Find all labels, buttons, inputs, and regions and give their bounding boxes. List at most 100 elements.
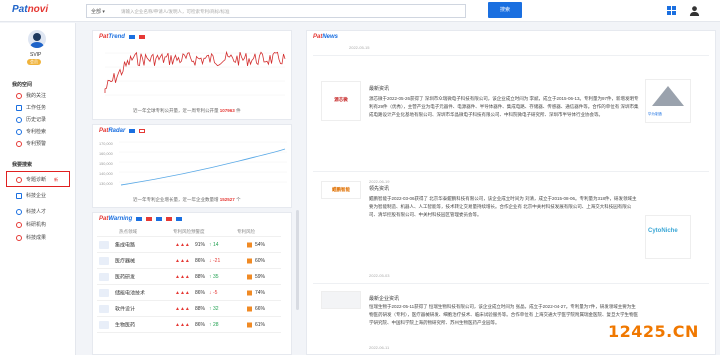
sidebar-item-label: 历史记录 — [26, 117, 47, 123]
warning-pct: 86% — [195, 257, 206, 264]
sidebar-item-label: 工作任务 — [26, 105, 47, 111]
caption-text: 近一年全球专利公开量，近一周专利公开量 — [133, 108, 219, 113]
lock-icon — [247, 290, 252, 295]
search-type-select[interactable]: 全部 ▾ — [91, 8, 105, 15]
table-row[interactable]: 生物医药 ▲▲▲ 86% ↑ 28 61% — [97, 317, 281, 333]
lock-icon — [247, 242, 252, 247]
news-text: 源芯微于2022-05-26获得了 深圳市众瑞微电子科技有限公司，该企业成立时间… — [369, 96, 639, 117]
avatar[interactable] — [28, 30, 46, 48]
trend-line — [104, 50, 286, 93]
flag-icon[interactable] — [136, 217, 143, 221]
flag-icon[interactable] — [129, 129, 136, 133]
field-name: 医药研发 — [115, 274, 136, 280]
caption-value: 152527 — [219, 197, 235, 202]
task-icon — [16, 104, 22, 111]
news-text: 恒瑞生物于2022-05-11获得了 恒瑞生物科技有限公司，该企业成立时间为 张… — [369, 304, 638, 325]
fire-icon: ▲▲▲ — [175, 289, 190, 296]
sidebar-item-follow[interactable]: 我的关注 — [16, 92, 46, 99]
risk-pct: 61% — [255, 321, 266, 328]
section-search: 我要搜索 — [12, 162, 33, 168]
search-input[interactable]: 请输入企业名称/申请人/发明人，可检索专利/商标/标准 — [121, 9, 230, 15]
field-icon — [99, 272, 109, 281]
flag-icon[interactable] — [139, 129, 146, 133]
logo[interactable]: Patnovi — [12, 4, 48, 15]
fire-icon: ▲▲▲ — [175, 305, 190, 312]
title-suffix: Trend — [108, 34, 125, 40]
section-my-space: 我的空间 — [12, 82, 33, 88]
risk-pct: 60% — [255, 257, 266, 264]
ad-card[interactable]: CytoNiche — [645, 215, 691, 259]
warning-delta: -21 — [213, 257, 221, 264]
table-row[interactable]: 集成电路 ▲▲▲ 91% ↑ 14 54% — [97, 237, 281, 253]
sidebar-item-patent-search[interactable]: 专利检索 — [16, 128, 46, 135]
warning-delta: 35 — [213, 273, 219, 280]
warning-delta: -5 — [213, 289, 218, 296]
news-title: 领先资讯 — [369, 186, 390, 192]
sidebar-item-achievement[interactable]: 科技成果 — [16, 234, 46, 241]
institution-icon — [16, 221, 22, 228]
alert-icon — [16, 140, 22, 147]
pat-warning-title: Pat Warning — [99, 216, 183, 222]
title-suffix: Warning — [108, 216, 133, 222]
scrollbar[interactable] — [296, 210, 299, 310]
field-name: 生物医药 — [115, 322, 136, 328]
warning-pct: 86% — [195, 321, 206, 328]
flag-icon[interactable] — [156, 217, 163, 221]
ad-label: CytoNiche — [648, 228, 678, 234]
sidebar-item-enterprise[interactable]: 科技企业 — [16, 192, 46, 199]
warning-delta: 32 — [213, 305, 219, 312]
person-icon — [16, 208, 22, 215]
risk-pct: 59% — [255, 273, 266, 280]
col-header: 热点领域 — [119, 228, 137, 234]
search-type-label: 全部 — [91, 9, 102, 15]
search-box[interactable]: 全部 ▾ 请输入企业名称/申请人/发明人，可检索专利/商标/标准 — [86, 4, 466, 18]
warning-delta-arrow: ↓ — [209, 257, 212, 264]
sidebar-item-warning[interactable]: 专利预警 — [16, 140, 46, 147]
username: SVIP — [30, 52, 42, 58]
sidebar-item-label: 科技成果 — [26, 235, 47, 241]
ytick: 170,000 — [99, 142, 113, 146]
news-logo: 源芯微 — [321, 81, 361, 121]
watermark: 12425.CN — [608, 322, 699, 341]
pat-news-panel: Pat News 2022-05-15 源芯微 最新资讯 源芯微于2022-05-… — [306, 30, 716, 355]
pat-radar-title: Pat Radar — [99, 128, 146, 134]
table-row[interactable]: 医疗器械 ▲▲▲ 86% ↓ -21 60% — [97, 253, 281, 269]
building-icon — [16, 192, 22, 199]
caption-text: 近一年专利企业增长量，近一年企业数量增 — [133, 197, 219, 202]
table-row[interactable]: 医药研发 ▲▲▲ 88% ↑ 35 59% — [97, 269, 281, 285]
search-button[interactable]: 搜索 — [488, 2, 522, 18]
ytick: 140,000 — [99, 172, 113, 176]
sidebar-item-talent[interactable]: 科技人才 — [16, 208, 46, 215]
flag-icon[interactable] — [146, 217, 153, 221]
title-suffix: News — [322, 34, 339, 40]
flag-icon[interactable] — [176, 217, 183, 221]
sidebar-item-tasks[interactable]: 工作任务 — [16, 104, 46, 111]
caption-unit: 个 — [236, 197, 241, 202]
trend-chart — [104, 50, 286, 96]
pat-warning-panel: Pat Warning 热点领域 专利风险预警度 专利风险 集成电路 ▲▲▲ 91% ↑… — [92, 212, 292, 355]
title-prefix: Pat — [313, 34, 323, 40]
flag-icon[interactable] — [128, 35, 135, 39]
ad-card[interactable]: 华为制造 — [645, 79, 691, 123]
field-name: 医疗器械 — [115, 258, 136, 264]
clock-icon — [16, 116, 22, 123]
lock-icon — [247, 322, 252, 327]
field-icon — [99, 256, 109, 265]
sidebar-item-institution[interactable]: 科研机构 — [16, 221, 46, 228]
sidebar-item-history[interactable]: 历史记录 — [16, 116, 46, 123]
vip-badge: 会员 — [27, 59, 41, 65]
flag-icon[interactable] — [166, 217, 173, 221]
apps-grid-icon[interactable] — [667, 6, 676, 15]
radar-line — [120, 148, 286, 186]
table-row[interactable]: 软件设计 ▲▲▲ 88% ↑ 32 66% — [97, 301, 281, 317]
divider — [313, 171, 709, 172]
highlight-box — [6, 171, 70, 187]
warning-pct: 88% — [195, 305, 206, 312]
warning-pct: 91% — [195, 241, 206, 248]
risk-pct: 54% — [255, 241, 266, 248]
flag-icon[interactable] — [138, 35, 145, 39]
user-avatar-icon[interactable] — [689, 5, 700, 16]
sidebar-item-label: 专利检索 — [26, 129, 47, 135]
sidebar-item-label: 科技人才 — [26, 209, 47, 215]
table-row[interactable]: 储能电池技术 ▲▲▲ 86% ↓ -5 74% — [97, 285, 281, 301]
